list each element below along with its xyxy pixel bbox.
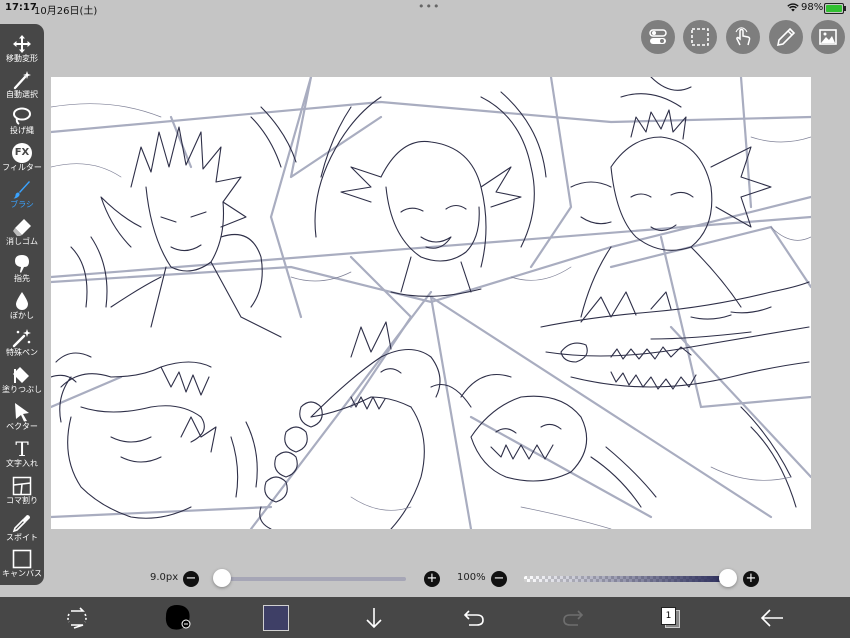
tool-label: 文字入れ xyxy=(6,459,38,468)
tool-vector[interactable]: ベクター xyxy=(0,400,44,436)
vector-cursor-icon xyxy=(15,403,29,422)
lasso-icon xyxy=(13,107,31,125)
wifi-icon xyxy=(787,3,799,12)
tool-eraser[interactable]: 消しゴム xyxy=(0,215,44,251)
tool-lasso[interactable]: 投げ縄 xyxy=(0,104,44,140)
brush-size-minus-button[interactable]: − xyxy=(183,571,199,587)
tool-label: フィルター xyxy=(2,163,42,172)
tool-label: 自動選択 xyxy=(6,90,38,99)
color-swatch[interactable] xyxy=(263,605,289,631)
tool-canvas[interactable]: キャンバス xyxy=(0,547,44,583)
selection-button[interactable] xyxy=(683,20,717,54)
text-icon: T xyxy=(12,439,32,459)
plus-icon: + xyxy=(745,571,757,586)
tool-label: 塗りつぶし xyxy=(1,385,43,394)
toggle-button[interactable] xyxy=(641,20,675,54)
tool-move-transform[interactable]: 移動変形 xyxy=(0,32,44,68)
eraser-icon xyxy=(13,219,31,236)
pencil-icon xyxy=(776,27,796,47)
redo-icon[interactable] xyxy=(562,608,584,628)
brush-size-plus-button[interactable]: + xyxy=(424,571,440,587)
tool-label: 投げ縄 xyxy=(10,126,34,135)
tool-label: 特殊ペン xyxy=(6,348,38,357)
eyedropper-icon xyxy=(12,515,30,533)
tool-label: スポイト xyxy=(6,533,38,542)
pencil-button[interactable] xyxy=(769,20,803,54)
tool-label: ブラシ xyxy=(10,200,34,209)
brush-size-slider-knob[interactable] xyxy=(212,569,231,587)
tool-palette: 移動変形 自動選択 投げ縄 FX フィルター ブラシ 消しゴム 指先 ぼかし 特… xyxy=(0,24,44,585)
canvas-icon xyxy=(12,549,32,569)
text-icon-glyph: T xyxy=(15,437,29,461)
tool-label: ベクター xyxy=(6,422,38,431)
fx-icon: FX xyxy=(12,143,32,163)
smudge-icon xyxy=(15,255,29,273)
battery-percent: 98% xyxy=(801,2,824,13)
opacity-slider-knob[interactable] xyxy=(719,569,737,587)
selection-icon xyxy=(691,28,709,46)
brush-icon xyxy=(13,181,30,199)
fill-bucket-icon xyxy=(13,367,29,383)
undo-icon[interactable] xyxy=(463,608,485,628)
tool-fill[interactable]: 塗りつぶし xyxy=(0,363,44,399)
special-pen-icon xyxy=(12,329,31,348)
opacity-slider-track[interactable] xyxy=(524,576,728,582)
transform-rotate-icon[interactable] xyxy=(66,607,88,629)
layers-button[interactable]: 1 xyxy=(661,607,680,628)
sketch-artwork xyxy=(51,77,811,529)
battery-fill xyxy=(826,5,842,12)
touch-gesture-icon xyxy=(735,27,751,46)
toggle-icon xyxy=(649,29,667,44)
opacity-value: 100% xyxy=(457,572,486,583)
tool-filter[interactable]: FX フィルター xyxy=(0,141,44,177)
magic-wand-icon xyxy=(13,71,31,90)
tool-eyedropper[interactable]: スポイト xyxy=(0,511,44,547)
layer-count: 1 xyxy=(661,607,676,625)
tool-special-pen[interactable]: 特殊ペン xyxy=(0,326,44,362)
tool-label: キャンバス xyxy=(2,569,42,578)
touch-gesture-button[interactable] xyxy=(726,20,760,54)
tool-auto-select[interactable]: 自動選択 xyxy=(0,68,44,104)
frame-divider-icon xyxy=(12,476,32,496)
gallery-button[interactable] xyxy=(811,20,845,54)
tool-blur[interactable]: ぼかし xyxy=(0,289,44,325)
fx-icon-text: FX xyxy=(14,147,30,158)
tool-smudge[interactable]: 指先 xyxy=(0,252,44,288)
multitask-dots-icon[interactable]: ••• xyxy=(418,0,440,13)
back-arrow-icon[interactable] xyxy=(760,607,784,629)
opacity-minus-button[interactable]: − xyxy=(491,571,507,587)
tool-label: 指先 xyxy=(14,274,30,283)
tool-label: 移動変形 xyxy=(6,54,38,63)
tool-brush[interactable]: ブラシ xyxy=(0,178,44,214)
gallery-icon xyxy=(819,29,837,45)
blur-drop-icon xyxy=(16,292,28,310)
tool-label: 消しゴム xyxy=(6,237,38,246)
brush-preview-icon[interactable] xyxy=(162,602,192,632)
status-bar: 17:17 10月26日(土) ••• 98% xyxy=(0,0,850,17)
tool-label: ぼかし xyxy=(10,311,34,320)
move-arrows-icon xyxy=(13,35,31,53)
tool-text[interactable]: T 文字入れ xyxy=(0,437,44,473)
download-arrow-icon[interactable] xyxy=(364,607,384,629)
status-date: 10月26日(土) xyxy=(34,6,98,17)
brush-size-slider-track[interactable] xyxy=(216,577,406,581)
opacity-plus-button[interactable]: + xyxy=(743,571,759,587)
status-time: 17:17 xyxy=(5,2,37,13)
drawing-canvas[interactable] xyxy=(51,77,811,529)
brush-size-value: 9.0px xyxy=(150,572,179,583)
tool-label: コマ割り xyxy=(6,496,38,505)
battery-icon xyxy=(824,3,846,14)
minus-icon: − xyxy=(185,571,197,586)
tool-frame-divider[interactable]: コマ割り xyxy=(0,474,44,510)
minus-icon: − xyxy=(493,571,505,586)
plus-icon: + xyxy=(426,571,438,586)
bottom-toolbar: 1 xyxy=(0,597,850,638)
